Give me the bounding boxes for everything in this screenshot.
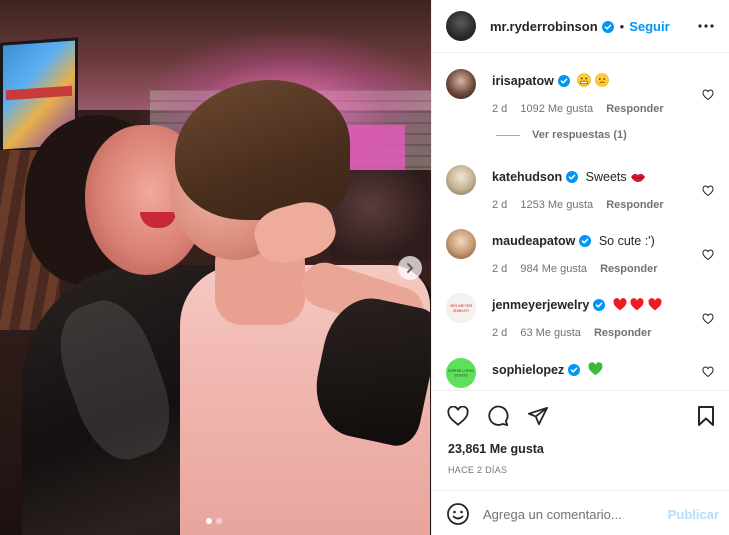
reply-button[interactable]: Responder [600, 263, 657, 275]
comment-username[interactable]: irisapatow [492, 74, 554, 88]
more-options-button[interactable] [696, 17, 716, 35]
like-comment-heart-icon[interactable] [702, 313, 714, 325]
follow-button[interactable]: Seguir [629, 19, 669, 34]
carousel-indicator [206, 518, 222, 524]
grimace-face-2-icon [594, 73, 609, 87]
carousel-dot-active [206, 518, 212, 524]
post-header: mr.ryderrobinson • Seguir [432, 0, 729, 53]
reply-button[interactable]: Responder [606, 199, 663, 211]
brand-logo-icon: JEN MEYERJEWELRY [450, 303, 473, 313]
bookmark-icon [698, 406, 714, 426]
commenter-avatar[interactable] [446, 229, 476, 259]
verified-badge-icon [579, 235, 592, 247]
red-heart-icon [613, 298, 627, 311]
comment-username[interactable]: maudeapatow [492, 234, 575, 248]
view-replies-button[interactable]: Ver respuestas (1) [496, 129, 627, 141]
carousel-next-button[interactable] [398, 256, 422, 280]
comment-likes[interactable]: 1253 Me gusta [520, 199, 593, 211]
verified-badge-icon [566, 171, 579, 183]
commenter-avatar[interactable] [446, 165, 476, 195]
comment-text: Sweets [585, 170, 627, 184]
comment-likes[interactable]: 984 Me gusta [520, 263, 587, 275]
svg-text:STUDIO: STUDIO [454, 374, 468, 378]
red-heart-icon [648, 298, 662, 311]
svg-text:SOPHIE LOPEZ: SOPHIE LOPEZ [448, 369, 475, 373]
comments-list[interactable]: irisapatow 2 d 1092 Me gusta Responder V… [432, 53, 729, 390]
verified-badge-icon [593, 299, 606, 311]
comment-emoji [588, 362, 603, 377]
send-paper-plane-icon [528, 406, 548, 426]
grimace-face-icon [577, 73, 592, 87]
verified-badge-icon [601, 20, 614, 33]
add-comment-bar: Publicar [432, 490, 729, 535]
view-replies-label[interactable]: Ver respuestas (1) [532, 129, 627, 141]
replies-divider [496, 134, 520, 136]
comment-likes[interactable]: 1092 Me gusta [520, 103, 593, 115]
comment-age[interactable]: 2 d [492, 263, 507, 275]
comment-input[interactable] [483, 504, 663, 524]
post-date[interactable]: HACE 2 DÍAS [448, 465, 507, 475]
red-heart-icon [630, 298, 644, 311]
comment-age[interactable]: 2 d [492, 103, 507, 115]
commenter-avatar[interactable]: SOPHIE LOPEZ STUDIO [446, 358, 476, 388]
owner-username[interactable]: mr.ryderrobinson [490, 19, 614, 34]
comment-text: So cute :') [598, 234, 655, 248]
comment-age[interactable]: 2 d [492, 199, 507, 211]
share-button[interactable] [526, 404, 550, 428]
comment-bubble-icon [488, 405, 509, 427]
post-side-panel: mr.ryderrobinson • Seguir irisapatow 2 d… [431, 0, 729, 535]
comment-username[interactable]: katehudson [492, 170, 562, 184]
more-horizontal-icon [698, 24, 714, 28]
verified-badge-icon [557, 75, 570, 87]
comment-username[interactable]: sophielopez [492, 363, 564, 377]
commenter-avatar[interactable]: JEN MEYER JEWELRY [446, 293, 476, 323]
heart-icon [447, 406, 469, 426]
comment-username[interactable]: jenmeyerjewelry [492, 298, 589, 312]
post-photo[interactable] [0, 0, 431, 535]
comment-age[interactable]: 2 d [492, 327, 507, 339]
header-separator: • [619, 18, 625, 34]
comment-emoji [577, 73, 609, 88]
green-heart-icon [588, 362, 603, 376]
reply-button[interactable]: Responder [606, 103, 663, 115]
like-comment-heart-icon[interactable] [702, 89, 714, 101]
verified-badge-icon [568, 364, 581, 376]
publish-button[interactable]: Publicar [668, 507, 719, 522]
comment-button[interactable] [486, 404, 510, 428]
commenter-avatar[interactable] [446, 69, 476, 99]
comment-emoji [613, 298, 662, 312]
svg-text:JEN MEYER: JEN MEYER [450, 303, 473, 308]
post-likes-count[interactable]: 23,861 Me gusta [448, 442, 544, 456]
like-button[interactable] [446, 404, 470, 428]
chevron-right-icon [407, 263, 413, 273]
like-comment-heart-icon[interactable] [702, 185, 714, 197]
brand-logo-icon: SOPHIE LOPEZSTUDIO [448, 369, 475, 378]
like-comment-heart-icon[interactable] [702, 366, 714, 378]
owner-avatar[interactable] [446, 11, 476, 41]
like-comment-heart-icon[interactable] [702, 249, 714, 261]
reply-button[interactable]: Responder [594, 327, 651, 339]
post-actions: 23,861 Me gusta HACE 2 DÍAS [432, 390, 729, 475]
svg-text:JEWELRY: JEWELRY [453, 309, 470, 313]
lips-icon [631, 173, 646, 182]
save-button[interactable] [694, 404, 718, 428]
emoji-smiley-icon[interactable] [446, 502, 470, 526]
owner-username-text[interactable]: mr.ryderrobinson [490, 19, 598, 34]
comment-likes[interactable]: 63 Me gusta [520, 327, 581, 339]
carousel-dot [216, 518, 222, 524]
